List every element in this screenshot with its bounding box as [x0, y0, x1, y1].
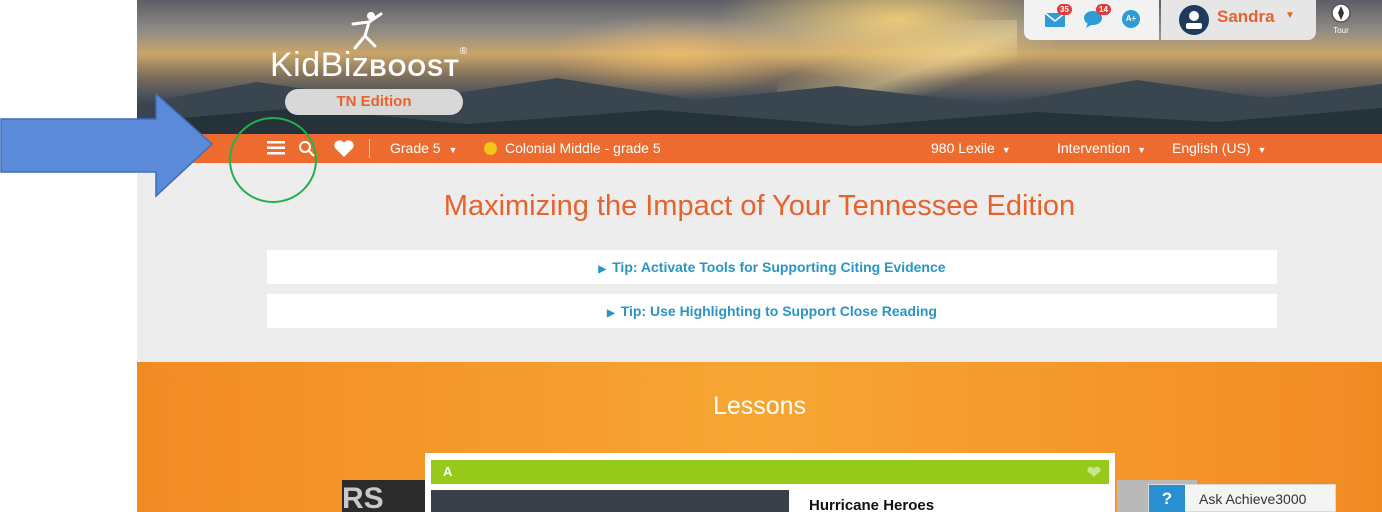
annotation-arrow-icon: [0, 92, 214, 198]
lesson-level-bar: A ❤: [431, 460, 1109, 484]
page-title: Maximizing the Impact of Your Tennessee …: [443, 190, 1076, 222]
grade-label: Grade 5: [390, 140, 441, 156]
chat-count-badge: 14: [1096, 4, 1111, 15]
favorite-heart-icon[interactable]: ❤: [1087, 463, 1101, 483]
program-dropdown[interactable]: Intervention ▼: [1057, 140, 1146, 156]
chevron-down-icon: ▼: [448, 145, 458, 155]
language-label: English (US): [1172, 140, 1251, 156]
lexile-dropdown[interactable]: 980 Lexile ▼: [931, 140, 1011, 156]
tour-label: Tour: [1333, 26, 1349, 35]
ask-achieve-button[interactable]: ? Ask Achieve3000: [1148, 484, 1336, 512]
logo-boost-text: BOOST: [369, 55, 460, 82]
annotation-circle: [229, 117, 317, 203]
help-question-icon: ?: [1149, 485, 1185, 512]
chevron-down-icon: ▼: [1137, 145, 1146, 155]
class-status-dot-icon: [484, 142, 497, 155]
tip-highlighting[interactable]: ▶ Tip: Use Highlighting to Support Close …: [267, 294, 1277, 328]
top-nav-bar: Grade 5 ▼ Colonial Middle - grade 5 980 …: [137, 134, 1382, 163]
lessons-heading: Lessons: [712, 392, 807, 420]
class-name: Colonial Middle - grade 5: [505, 140, 661, 156]
chevron-down-icon: ▼: [1285, 10, 1295, 21]
lesson-thumbnail[interactable]: [431, 490, 789, 512]
program-label: Intervention: [1057, 140, 1131, 156]
lesson-level: A: [443, 464, 453, 479]
lesson-title[interactable]: Hurricane Heroes: [809, 497, 934, 512]
achievement-icon[interactable]: A+: [1122, 10, 1140, 28]
compass-icon: [1331, 3, 1351, 23]
edition-badge: TN Edition: [285, 89, 463, 115]
tip-label: Tip: Use Highlighting to Support Close R…: [620, 303, 937, 319]
notifications-group: 35 14 A+: [1024, 0, 1159, 40]
expand-triangle-icon: ▶: [607, 308, 615, 319]
tip-citing-evidence[interactable]: ▶ Tip: Activate Tools for Supporting Citi…: [267, 250, 1277, 284]
user-avatar-icon: [1179, 5, 1209, 35]
lexile-label: 980 Lexile: [931, 140, 995, 156]
ask-achieve-label: Ask Achieve3000: [1199, 491, 1307, 507]
user-name: Sandra: [1217, 7, 1275, 26]
language-dropdown[interactable]: English (US) ▼: [1172, 140, 1266, 156]
logo-registered-mark: ®: [459, 46, 468, 57]
lesson-card[interactable]: A ❤ Hurricane Heroes: [425, 453, 1115, 512]
class-selector[interactable]: Colonial Middle - grade 5: [484, 140, 661, 156]
logo-main-text: KidBiz: [270, 46, 370, 84]
nav-divider: [369, 139, 370, 158]
left-card-text: RS: [342, 482, 384, 512]
tip-label: Tip: Activate Tools for Supporting Citin…: [612, 259, 946, 275]
grade-dropdown[interactable]: Grade 5 ▼: [390, 140, 457, 156]
chevron-down-icon: ▼: [1257, 145, 1267, 155]
logo-figure-icon: [351, 12, 383, 50]
tour-button[interactable]: Tour: [1326, 2, 1356, 36]
user-menu[interactable]: Sandra ▼: [1161, 0, 1316, 40]
mail-count-badge: 35: [1057, 4, 1072, 15]
favorites-heart-icon[interactable]: [333, 140, 355, 161]
chevron-down-icon: ▼: [1001, 145, 1011, 155]
app-frame: KidBizBOOST® TN Edition 35 14 A+ Sandra …: [137, 0, 1382, 512]
header-banner: KidBizBOOST® TN Edition 35 14 A+ Sandra …: [137, 0, 1382, 134]
kidbiz-logo[interactable]: KidBizBOOST®: [270, 46, 468, 85]
lesson-card-left-preview[interactable]: RS: [342, 480, 432, 512]
expand-triangle-icon: ▶: [598, 264, 607, 275]
